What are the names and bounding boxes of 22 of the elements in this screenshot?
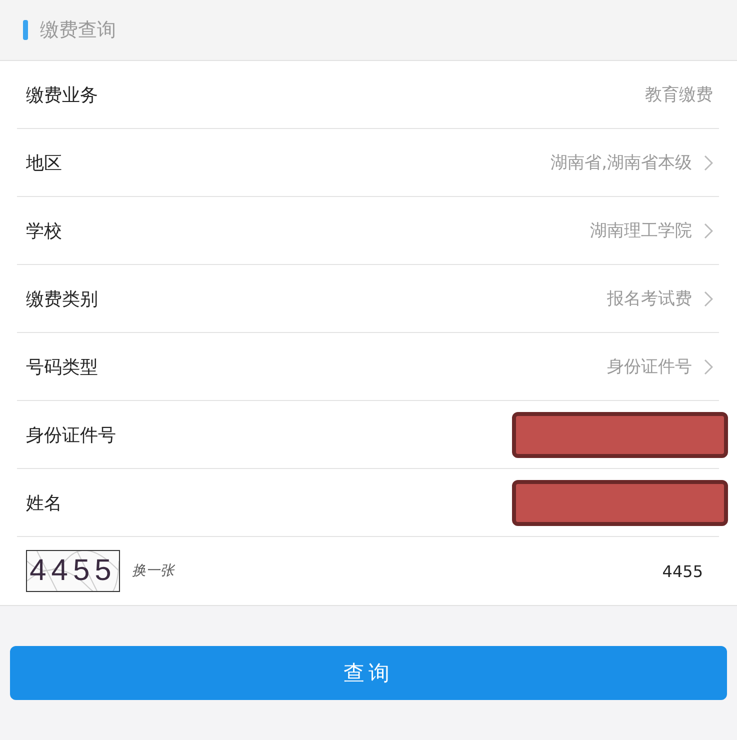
- field-label: 缴费类别: [26, 288, 98, 310]
- chevron-right-icon: [704, 222, 713, 238]
- section-title: 缴费查询: [40, 18, 116, 43]
- chevron-right-icon: [704, 358, 713, 374]
- chevron-right-icon: [704, 290, 713, 306]
- chevron-right-icon: [704, 154, 713, 170]
- field-label: 姓名: [26, 492, 62, 514]
- field-label: 号码类型: [26, 356, 98, 378]
- field-value: 教育缴费: [645, 84, 713, 106]
- refresh-captcha-link[interactable]: 换一张: [132, 562, 174, 580]
- select-field[interactable]: 湖南省,湖南省本级: [550, 151, 713, 174]
- field-label: 身份证件号: [26, 424, 116, 446]
- select-field[interactable]: 报名考试费: [607, 287, 713, 310]
- captcha-input[interactable]: 4455: [662, 562, 703, 580]
- select-field[interactable]: 身份证件号: [607, 355, 713, 378]
- field-label: 缴费业务: [26, 84, 98, 106]
- query-button[interactable]: 查询: [10, 646, 727, 700]
- captcha-image: 4455: [26, 550, 120, 592]
- field-label: 地区: [26, 152, 62, 174]
- field-label: 学校: [26, 220, 62, 242]
- accent-bar-icon: [23, 20, 28, 40]
- select-field[interactable]: 湖南理工学院: [590, 219, 713, 242]
